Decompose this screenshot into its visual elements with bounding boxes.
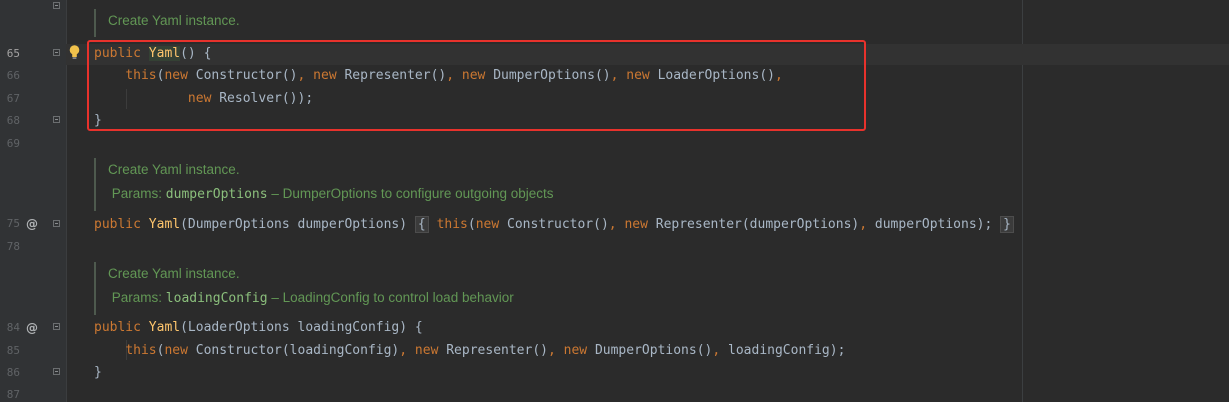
line-number[interactable]: 85 — [0, 344, 20, 358]
keyword: public — [94, 320, 141, 335]
fold-toggle-icon[interactable] — [53, 49, 60, 56]
line-number[interactable]: 65 — [0, 47, 20, 61]
code-text: Representer() — [438, 343, 548, 358]
code-text: loadingConfig); — [728, 343, 846, 358]
keyword: new — [414, 343, 439, 358]
javadoc-params: Params: loadingConfig – LoadingConfig to… — [108, 286, 514, 311]
line-number[interactable]: 69 — [0, 137, 20, 151]
constructor-name[interactable]: Yaml — [149, 217, 180, 232]
params-label: Params: — [111, 186, 163, 201]
code-line[interactable]: public Yaml(LoaderOptions loadingConfig)… — [94, 319, 423, 337]
javadoc-block[interactable]: Create Yaml instance. — [94, 9, 240, 37]
override-annotation-icon[interactable]: @ — [26, 217, 38, 231]
keyword: public — [94, 217, 141, 232]
override-annotation-icon[interactable]: @ — [26, 321, 38, 335]
keyword: new — [624, 217, 648, 232]
code-editor[interactable]: 65 66 67 68 69 75 78 84 85 86 87 @ @ Cre… — [0, 0, 1229, 402]
code-text: ( — [467, 217, 476, 232]
param-name: dumperOptions — [165, 187, 268, 202]
fold-toggle-icon[interactable] — [53, 116, 60, 123]
param-description: – DumperOptions to configure outgoing ob… — [271, 186, 554, 201]
code-text: DumperOptions() — [587, 343, 713, 358]
param-description: – LoadingConfig to control load behavior — [271, 290, 514, 305]
line-number[interactable]: 87 — [0, 388, 20, 402]
separator: , — [399, 343, 415, 358]
javadoc-text: Create Yaml instance. — [108, 162, 240, 177]
code-text: Representer(dumperOptions) — [647, 217, 860, 232]
separator: , — [608, 217, 625, 232]
constructor-name[interactable]: Yaml — [149, 320, 180, 335]
fold-toggle-icon[interactable] — [53, 323, 60, 330]
line-number[interactable]: 68 — [0, 114, 20, 128]
lightbulb-icon[interactable] — [68, 44, 81, 60]
code-line[interactable]: this(new Constructor(loadingConfig), new… — [94, 342, 845, 360]
separator: , — [859, 217, 875, 232]
line-number[interactable]: 78 — [0, 240, 20, 254]
code-text: } — [94, 365, 102, 380]
javadoc-text: Create Yaml instance. — [108, 266, 240, 281]
keyword: new — [164, 343, 188, 358]
line-number[interactable]: 86 — [0, 366, 20, 380]
keyword: this — [125, 343, 157, 358]
code-text: dumperOptions); — [874, 217, 993, 232]
line-number[interactable]: 75 — [0, 217, 20, 231]
code-text: Constructor(loadingConfig) — [187, 343, 400, 358]
separator: , — [547, 343, 564, 358]
code-text: (LoaderOptions loadingConfig) { — [180, 320, 423, 335]
keyword: this — [436, 217, 468, 232]
javadoc-params: Params: dumperOptions – DumperOptions to… — [108, 182, 554, 207]
keyword: new — [563, 343, 588, 358]
keyword: new — [475, 217, 500, 232]
line-number[interactable]: 84 — [0, 321, 20, 335]
javadoc-block[interactable]: Create Yaml instance. Params: dumperOpti… — [94, 158, 553, 211]
fold-toggle-icon[interactable] — [53, 368, 60, 375]
line-number[interactable]: 66 — [0, 69, 20, 83]
separator: , — [712, 343, 729, 358]
folded-region-open[interactable]: { — [414, 216, 429, 233]
params-label: Params: — [111, 290, 163, 305]
line-number[interactable]: 67 — [0, 92, 20, 106]
fold-toggle-icon[interactable] — [53, 220, 60, 227]
javadoc-text: Create Yaml instance. — [108, 13, 240, 28]
code-line[interactable]: public Yaml(DumperOptions dumperOptions)… — [94, 216, 1014, 234]
folded-region-close[interactable]: } — [1000, 216, 1014, 233]
param-name: loadingConfig — [165, 291, 268, 306]
code-text: Constructor() — [499, 217, 609, 232]
javadoc-block[interactable]: Create Yaml instance. Params: loadingCon… — [94, 262, 514, 315]
highlight-annotation-box — [87, 40, 866, 131]
fold-toggle-icon[interactable] — [53, 2, 60, 9]
code-line[interactable]: } — [94, 364, 102, 382]
code-text: (DumperOptions dumperOptions) — [180, 217, 415, 232]
